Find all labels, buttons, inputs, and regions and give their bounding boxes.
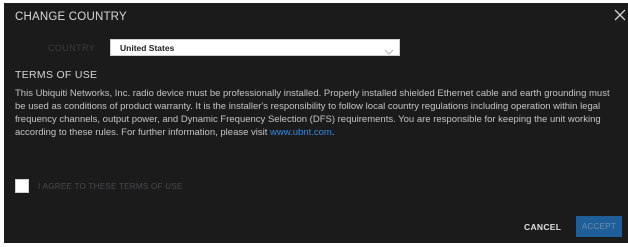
accept-button[interactable]: ACCEPT (576, 216, 622, 237)
agree-terms-label[interactable]: I AGREE TO THESE TERMS OF USE (38, 182, 183, 191)
ubnt-link[interactable]: www.ubnt.com (270, 127, 332, 138)
terms-suffix: . (331, 127, 335, 138)
country-label: COUNTRY (48, 43, 96, 53)
cancel-button[interactable]: CANCEL (524, 222, 561, 232)
change-country-dialog: CHANGE COUNTRY COUNTRY United States TER… (4, 3, 628, 243)
chevron-down-icon (384, 43, 394, 61)
close-icon[interactable] (613, 8, 627, 22)
country-select[interactable]: United States (110, 39, 400, 56)
agree-terms-checkbox[interactable] (15, 179, 29, 193)
country-select-value: United States (120, 43, 175, 53)
terms-text: This Ubiquiti Networks, Inc. radio devic… (15, 87, 610, 139)
terms-heading: TERMS OF USE (15, 69, 98, 81)
dialog-title: CHANGE COUNTRY (15, 11, 127, 23)
